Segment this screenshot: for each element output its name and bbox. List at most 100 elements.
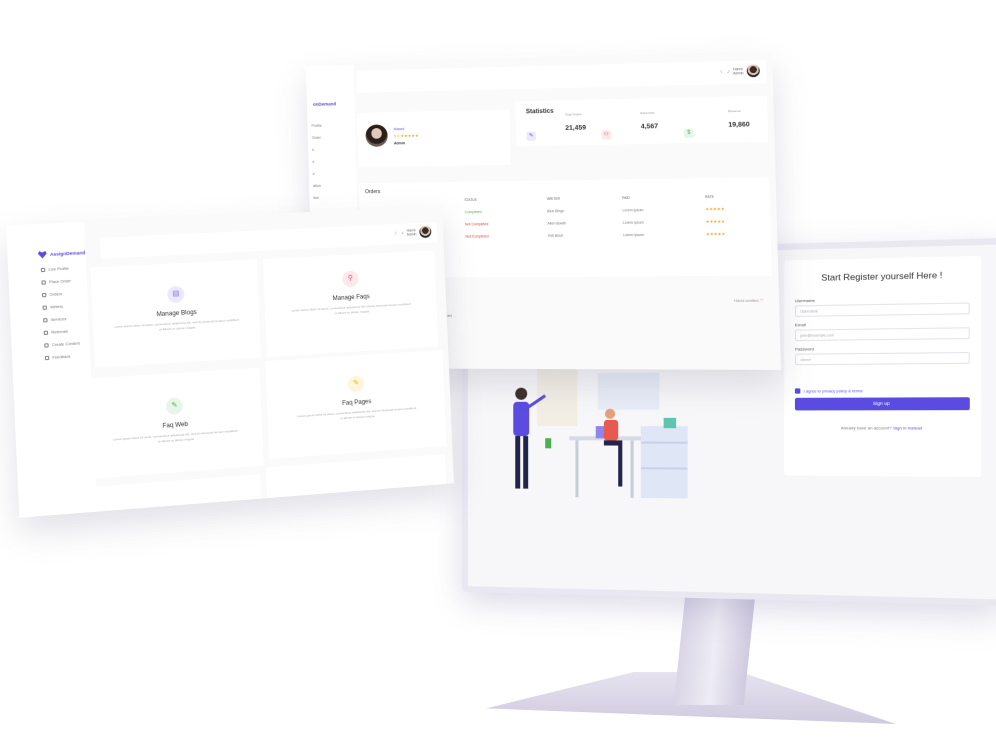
heart-icon: ♡	[759, 297, 764, 303]
avatar[interactable]	[746, 64, 760, 78]
sidebar-item[interactable]: Order	[312, 136, 321, 140]
services-icon	[43, 318, 48, 323]
order-rate: ★★★★★	[705, 218, 726, 224]
header-user-role: Admin	[406, 232, 417, 237]
orders-header-writer: WRITER	[546, 196, 560, 202]
sidebar-item-feedback[interactable]: Feedback	[44, 354, 71, 361]
stat-value: 21,459	[565, 124, 587, 133]
sidebar-item-label: Referrals	[51, 329, 69, 335]
order-status: Not Completed	[465, 234, 489, 239]
writers-icon	[42, 305, 48, 310]
orders-title: Orders	[364, 189, 381, 196]
stat-value: 4,567	[640, 122, 659, 131]
profile-icon	[40, 267, 46, 273]
user-plus-icon: ⚇	[601, 130, 612, 140]
profile-name: Hanni	[393, 126, 405, 132]
email-label: Email	[794, 322, 806, 328]
edit-icon: ✎	[526, 131, 536, 141]
tile-faq-web[interactable]: ✎ Faq Web Lorem ipsum dolor sit amet, co…	[84, 367, 264, 479]
tile-desc: Lorem ipsum dolor sit amet, consectetur …	[291, 301, 412, 315]
sidebar-item-referrals[interactable]: Referrals	[43, 329, 69, 336]
signin-link[interactable]: Sign in instead	[893, 425, 922, 430]
orders-header-status: STATUS	[464, 197, 477, 203]
sidebar-item[interactable]: s	[312, 160, 314, 164]
sidebar-item[interactable]: e	[313, 172, 315, 176]
blogs-brand: AssignDemand	[38, 249, 86, 259]
sidebar-item-label: Orders	[49, 292, 63, 297]
stat-label: Total Orders	[564, 112, 582, 117]
header-user-text: Hanni Admin	[406, 228, 416, 236]
tile-partial	[85, 474, 262, 518]
search-icon: ⚲	[341, 270, 359, 288]
sidebar-item-label: Create Content	[51, 341, 80, 348]
tile-partial	[265, 454, 447, 503]
sidebar-item-place-order[interactable]: Place Order	[41, 279, 71, 285]
moon-icon[interactable]: ☾	[395, 231, 398, 235]
order-paid: Lorem Ipsum	[622, 220, 644, 225]
stat-expenses: ⚇ Expenses 4,567	[601, 111, 659, 141]
password-label: Password	[794, 346, 814, 352]
sidebar-item[interactable]: ation	[313, 184, 321, 188]
terms-link[interactable]: I agree to privacy policy & terms	[804, 389, 863, 393]
header-user-role: Admin	[732, 71, 744, 76]
order-paid: Lorem Ipsum	[622, 208, 644, 213]
statistics-card: Statistics ✎ Total Orders 21,459 ⚇ Expen…	[515, 95, 769, 147]
email-input[interactable]: john@example.com	[794, 327, 970, 342]
mockup-stage: Start Register yourself Here ! Username …	[0, 0, 996, 756]
tile-faq-pages[interactable]: ✎ Faq Pages Lorem ipsum dolor sit amet, …	[265, 350, 447, 460]
profile-role: Admin	[393, 141, 405, 146]
sidebar-item[interactable]: s	[312, 148, 314, 152]
order-writer: Blue Bingo	[547, 209, 565, 214]
header-user: ☾ ♫ Hanni Admin	[395, 225, 432, 240]
profile-card: Hanni 5.0 ★★★★★ Admin	[357, 109, 511, 168]
monitor-stand-neck	[673, 585, 757, 705]
order-status: Not Completed	[465, 222, 489, 227]
avatar[interactable]	[419, 225, 432, 239]
blogs-brand-text: AssignDemand	[49, 250, 86, 257]
orders-header-rate: RATE	[704, 194, 714, 200]
content-icon	[44, 343, 49, 348]
edit-icon: ✎	[347, 375, 365, 393]
blog-icon: ▤	[167, 285, 185, 304]
feedback-icon	[44, 355, 50, 361]
order-rate: ★★★★★	[705, 231, 726, 237]
dollar-icon: $	[683, 128, 694, 139]
profile-rating: 5.0 ★★★★★	[393, 132, 419, 139]
blogs-sidebar: AssignDemand Live Profile Place Order Or…	[6, 221, 98, 518]
bell-icon[interactable]: ♫	[401, 231, 404, 235]
stat-total-orders: ✎ Total Orders 21,459	[526, 112, 587, 142]
sidebar-item-services[interactable]: Services	[43, 317, 67, 323]
office-illustration	[513, 365, 688, 499]
stat-value: 19,860	[728, 121, 750, 129]
tile-manage-blogs[interactable]: ▤ Manage Blogs Lorem ipsum dolor sit ame…	[90, 259, 261, 368]
statistics-title: Statistics	[525, 108, 554, 116]
moon-icon[interactable]: ☾	[720, 70, 723, 74]
register-title: Start Register yourself Here !	[821, 269, 943, 283]
sidebar-item-writers[interactable]: Writers	[42, 304, 64, 310]
stat-label: Revenue	[727, 108, 741, 114]
sidebar-item[interactable]: tion	[313, 196, 319, 200]
terms-checkbox[interactable]	[794, 388, 801, 394]
sidebar-item-label: Feedback	[52, 354, 71, 360]
orders-header-paid: PAID	[622, 195, 630, 201]
order-writer: Kirti Bhuti	[547, 233, 563, 238]
register-panel: Start Register yourself Here ! Username …	[784, 255, 982, 478]
sidebar-item-create-content[interactable]: Create Content	[44, 341, 80, 348]
sidebar-item-label: Writers	[50, 304, 64, 310]
tile-manage-faqs[interactable]: ⚲ Manage Faqs Lorem ipsum dolor sit amet…	[262, 250, 439, 357]
signup-button[interactable]: Sign up	[794, 397, 970, 411]
tile-desc: Lorem ipsum dolor sit amet, consectetur …	[114, 317, 240, 331]
referrals-icon	[43, 330, 49, 336]
sidebar-item-orders[interactable]: Orders	[41, 292, 63, 298]
bell-icon[interactable]: ♫	[727, 69, 730, 73]
password-input[interactable]: ••••••••	[794, 351, 970, 366]
signin-prompt: Already have an account?	[840, 425, 892, 431]
blogs-window: AssignDemand Live Profile Place Order Or…	[6, 206, 454, 518]
stat-label: Expenses	[640, 110, 655, 116]
sidebar-item-live-profile[interactable]: Live Profile	[40, 267, 69, 273]
order-status: Completed	[464, 209, 482, 215]
sidebar-item[interactable]: Profile	[311, 124, 321, 128]
heart-logo-icon	[38, 251, 47, 259]
username-input[interactable]: Username	[794, 302, 970, 317]
edit-icon: ✎	[165, 397, 184, 415]
